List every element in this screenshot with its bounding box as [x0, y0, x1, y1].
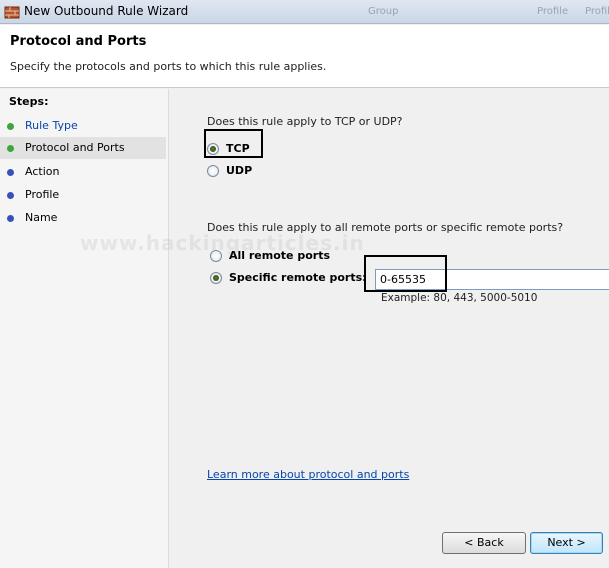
- step-label: Rule Type: [25, 119, 78, 132]
- step-pending-dot-icon: [7, 169, 14, 176]
- background-tab: Profile: [537, 6, 569, 17]
- udp-radio[interactable]: [207, 165, 219, 177]
- step-rule-type[interactable]: Rule Type: [0, 115, 166, 137]
- step-label: Action: [25, 165, 60, 178]
- title-bar: New Outbound Rule Wizard Group Profile P…: [0, 0, 609, 24]
- steps-heading: Steps:: [9, 95, 49, 108]
- step-label: Protocol and Ports: [25, 141, 125, 154]
- udp-label[interactable]: UDP: [226, 164, 252, 177]
- tcp-radio[interactable]: [207, 143, 219, 155]
- page-description: Specify the protocols and ports to which…: [10, 60, 327, 73]
- step-current-dot-icon: [7, 145, 14, 152]
- wizard-header: Protocol and Ports Specify the protocols…: [0, 25, 609, 88]
- step-protocol-and-ports: Protocol and Ports: [0, 137, 166, 159]
- back-button[interactable]: < Back: [442, 532, 526, 554]
- ports-highlight-box: [364, 255, 447, 292]
- wizard-content: Does this rule apply to TCP or UDP? TCP …: [170, 89, 609, 568]
- step-pending-dot-icon: [7, 192, 14, 199]
- window-title: New Outbound Rule Wizard: [24, 4, 189, 18]
- specific-remote-ports-label[interactable]: Specific remote ports:: [229, 271, 367, 284]
- watermark: www.hackingarticles.in: [80, 231, 365, 255]
- background-tab: Group: [368, 6, 399, 17]
- step-label: Name: [25, 211, 58, 224]
- step-name: Name: [0, 207, 166, 229]
- step-profile: Profile: [0, 184, 166, 206]
- tcp-label[interactable]: TCP: [226, 142, 250, 155]
- firewall-icon: [4, 6, 20, 19]
- next-button[interactable]: Next >: [530, 532, 603, 554]
- specific-remote-ports-radio[interactable]: [210, 272, 222, 284]
- ports-example-text: Example: 80, 443, 5000-5010: [381, 292, 538, 304]
- background-tab: Profile: [585, 6, 609, 17]
- step-action: Action: [0, 161, 166, 183]
- step-complete-dot-icon: [7, 123, 14, 130]
- step-label: Profile: [25, 188, 60, 201]
- learn-more-link[interactable]: Learn more about protocol and ports: [207, 468, 409, 481]
- page-title: Protocol and Ports: [10, 34, 147, 49]
- steps-panel: Steps: Rule Type Protocol and Ports Acti…: [0, 89, 169, 568]
- protocol-question: Does this rule apply to TCP or UDP?: [207, 115, 403, 128]
- step-pending-dot-icon: [7, 215, 14, 222]
